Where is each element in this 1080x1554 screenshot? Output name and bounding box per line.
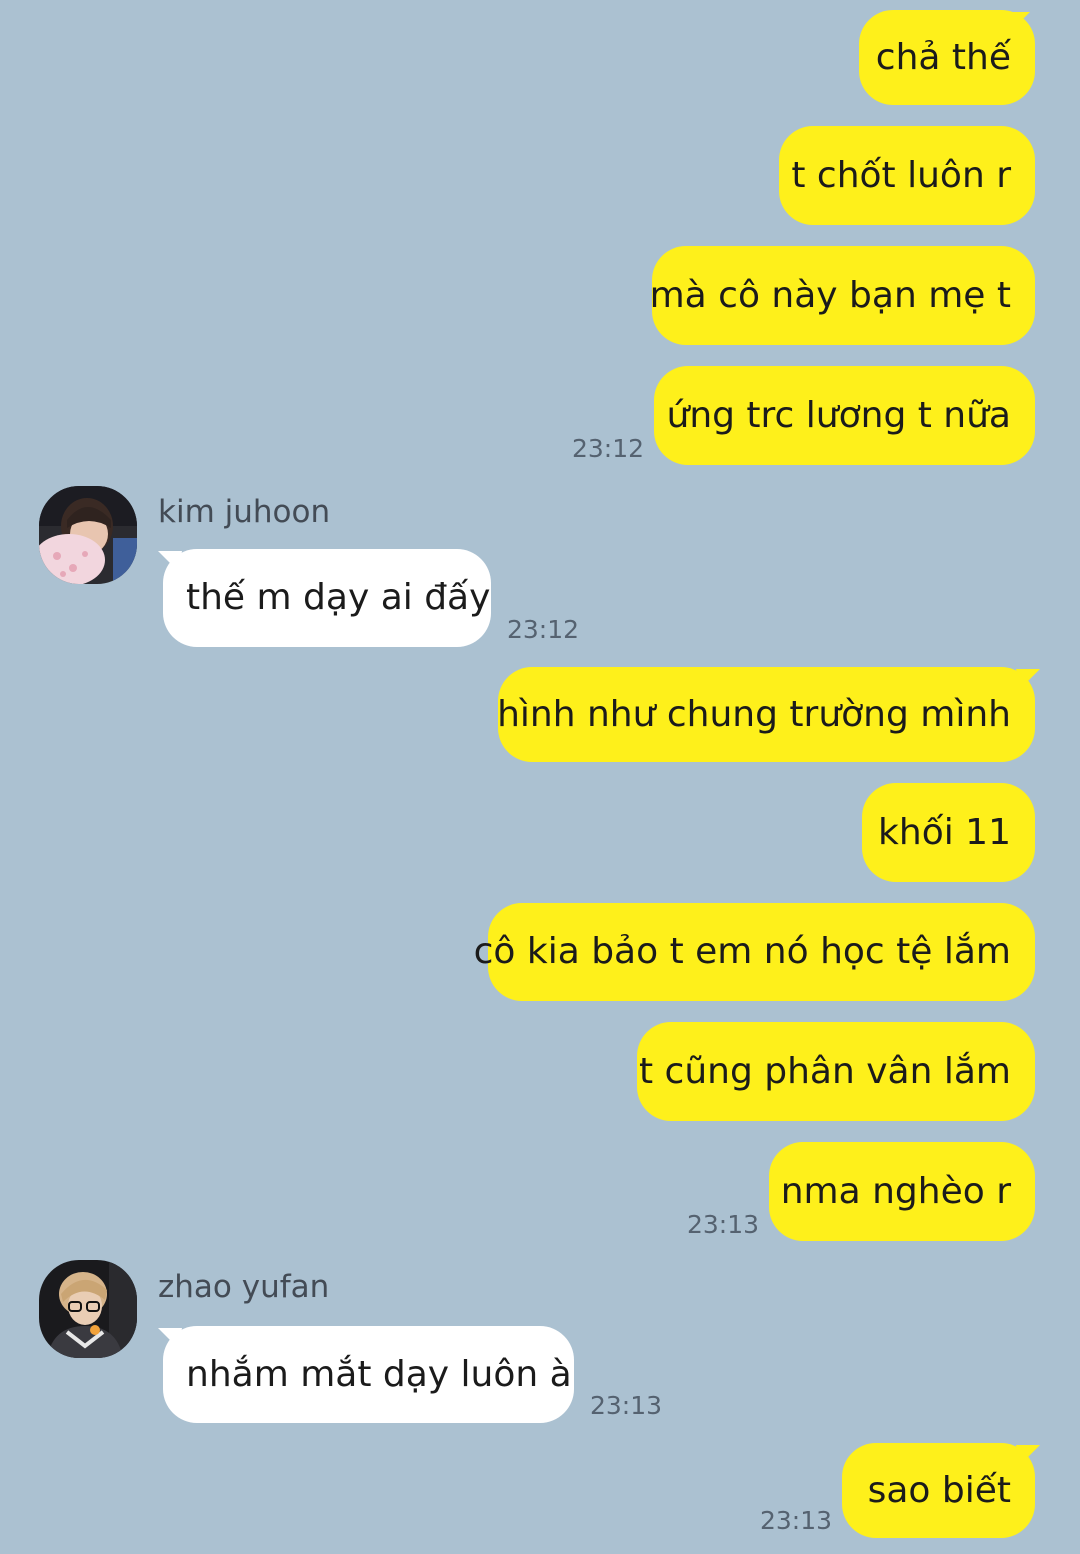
- message-text: khối 11: [878, 811, 1011, 853]
- message-timestamp: 23:13: [760, 1506, 833, 1535]
- message-text: mà cô này bạn mẹ t: [649, 274, 1011, 316]
- message-text: cô kia bảo t em nó học tệ lắm: [473, 931, 1011, 972]
- message-timestamp: 23:12: [507, 615, 580, 644]
- message-text: nhắm mắt dạy luôn à: [186, 1353, 572, 1395]
- my-message-bubble[interactable]: t chốt luôn r: [779, 126, 1035, 225]
- message-text: t cũng phân vân lắm: [638, 1050, 1011, 1092]
- my-message-bubble[interactable]: chả thế: [859, 10, 1035, 105]
- my-message-bubble[interactable]: sao biết: [842, 1443, 1035, 1538]
- my-message-bubble[interactable]: t cũng phân vân lắm: [637, 1022, 1035, 1121]
- my-message-bubble[interactable]: nma nghèo r: [769, 1142, 1035, 1241]
- my-message-bubble[interactable]: mà cô này bạn mẹ t: [649, 246, 1035, 345]
- their-message-bubble[interactable]: thế m dạy ai đấy: [163, 549, 491, 647]
- message-text: chả thế: [875, 36, 1011, 78]
- message-text: hình như chung trường mình: [497, 693, 1011, 735]
- message-text: t chốt luôn r: [791, 154, 1011, 196]
- profile-photo-icon: [39, 486, 137, 584]
- my-message-bubble[interactable]: hình như chung trường mình: [497, 667, 1035, 762]
- message-text: thế m dạy ai đấy: [186, 577, 491, 618]
- my-message-bubble[interactable]: cô kia bảo t em nó học tệ lắm: [474, 903, 1035, 1001]
- profile-photo-icon: [39, 1260, 137, 1358]
- chat-message-list[interactable]: chả thế t chốt luôn r mà cô này bạn mẹ t…: [0, 0, 1080, 1554]
- my-message-bubble[interactable]: khối 11: [862, 783, 1035, 882]
- their-message-bubble[interactable]: nhắm mắt dạy luôn à: [163, 1326, 574, 1423]
- avatar-kim-juhoon[interactable]: [39, 486, 137, 584]
- message-timestamp: 23:13: [687, 1210, 760, 1239]
- sender-name: kim juhoon: [158, 494, 331, 530]
- sender-name: zhao yufan: [158, 1269, 330, 1305]
- message-timestamp: 23:13: [590, 1391, 663, 1420]
- message-text: sao biết: [867, 1469, 1011, 1511]
- message-timestamp: 23:12: [572, 434, 645, 463]
- message-text: ứng trc lương t nữa: [666, 394, 1012, 436]
- avatar-zhao-yufan[interactable]: [39, 1260, 137, 1358]
- message-text: nma nghèo r: [780, 1170, 1011, 1212]
- my-message-bubble[interactable]: ứng trc lương t nữa: [654, 366, 1035, 465]
